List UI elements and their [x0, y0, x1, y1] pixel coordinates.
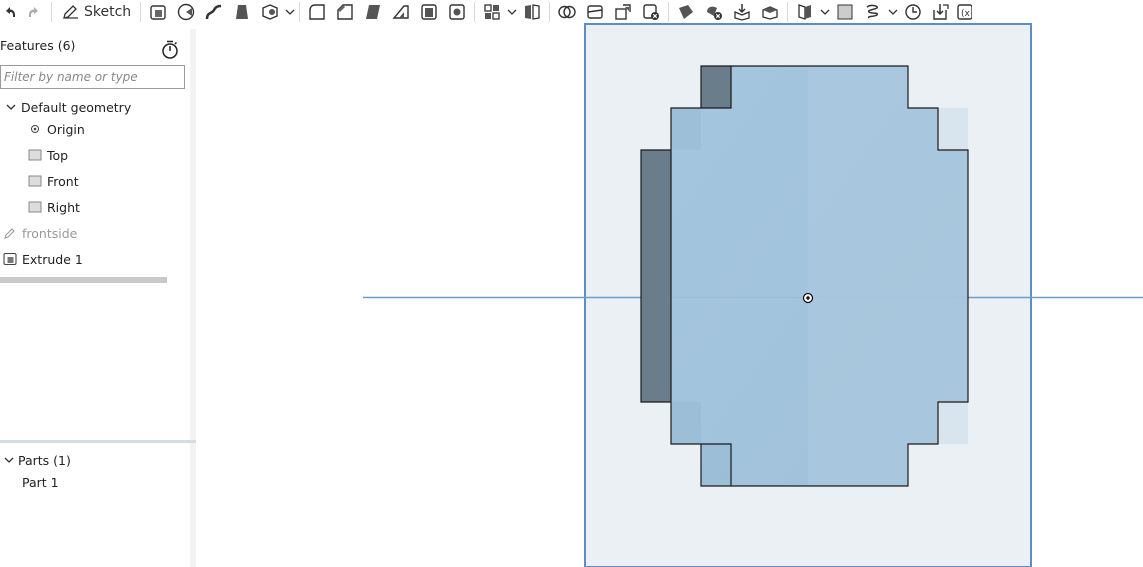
- plane-icon: [28, 149, 42, 161]
- origin-icon: [31, 125, 39, 133]
- part-side-face: [641, 150, 671, 402]
- plane-icon: [28, 175, 42, 187]
- parts-group[interactable]: Parts (1): [3, 450, 71, 470]
- part-body[interactable]: [640, 65, 969, 487]
- rollback-timer-button[interactable]: [161, 40, 179, 63]
- tree-item-extrude[interactable]: Extrude 1: [3, 249, 83, 269]
- default-geometry-group[interactable]: Default geometry: [5, 97, 131, 117]
- features-header: Features (6): [0, 38, 76, 53]
- feature-filter-input[interactable]: [0, 65, 185, 89]
- default-geometry-label: Default geometry: [21, 99, 132, 115]
- plane-icon: [28, 201, 42, 213]
- part-front-shade: [808, 66, 908, 486]
- tree-item-label: Front: [47, 173, 79, 189]
- tree-item-front[interactable]: Front: [28, 171, 79, 191]
- feature-panel: Features (6) Default geometry Origin Top…: [0, 29, 196, 567]
- tree-item-sketch[interactable]: frontside: [3, 223, 77, 243]
- chevron-down-icon: [4, 457, 14, 463]
- part-side-step: [701, 66, 731, 108]
- panel-splitter[interactable]: [0, 440, 196, 443]
- chevron-down-icon: [6, 104, 16, 110]
- tree-item-label: Origin: [47, 121, 85, 137]
- tree-item-top[interactable]: Top: [28, 145, 68, 165]
- tree-item-label: Extrude 1: [22, 251, 83, 267]
- parts-header: Parts (1): [18, 452, 71, 468]
- part-list-item[interactable]: Part 1: [22, 472, 59, 492]
- tree-item-label: frontside: [22, 225, 78, 241]
- sketch-pencil-icon: [4, 228, 15, 239]
- horizontal-scrollbar[interactable]: [0, 277, 167, 283]
- stopwatch-icon: [162, 40, 178, 59]
- extrude-icon: [3, 252, 17, 266]
- panel-border: [190, 29, 196, 567]
- part-front-shade: [908, 108, 968, 444]
- origin-marker[interactable]: [802, 292, 814, 304]
- tree-item-right[interactable]: Right: [28, 197, 80, 217]
- tree-item-label: Right: [47, 199, 80, 215]
- part-label: Part 1: [22, 474, 59, 490]
- tree-item-label: Top: [47, 147, 69, 163]
- tree-item-origin[interactable]: Origin: [28, 119, 85, 139]
